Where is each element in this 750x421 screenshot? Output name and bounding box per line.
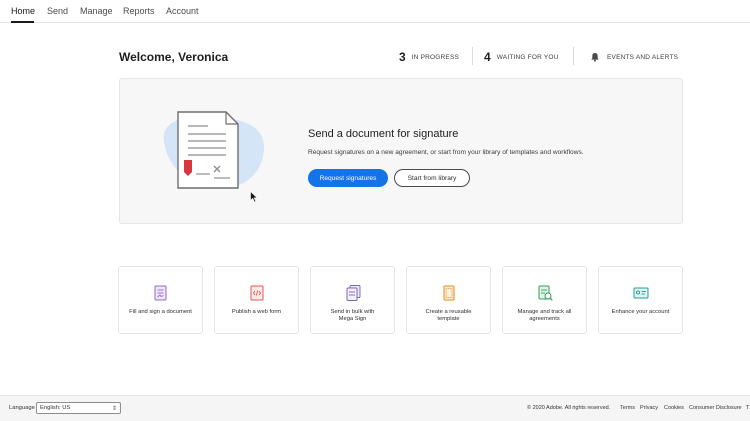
waiting-count: 4 [484, 50, 491, 64]
tab-account[interactable]: Account [166, 6, 199, 16]
card-label: Fill and sign a document [129, 309, 192, 315]
divider [573, 47, 574, 65]
privacy-link[interactable]: Privacy [640, 405, 658, 411]
mega-sign-card[interactable]: Send in bulk with Mega Sign [310, 266, 395, 334]
page-title: Welcome, Veronica [119, 50, 229, 64]
enhance-account-card[interactable]: Enhance your account [598, 266, 683, 334]
tab-manage[interactable]: Manage [80, 6, 113, 16]
in-progress-count: 3 [399, 50, 406, 64]
copyright-text: © 2020 Adobe. All rights reserved. [527, 405, 611, 411]
cookies-link[interactable]: Cookies [664, 405, 684, 411]
card-label: Create a reusable template [425, 309, 472, 322]
consumer-disclosure-link[interactable]: Consumer Disclosure [689, 405, 742, 411]
events-alerts-label: EVENTS AND ALERTS [607, 53, 679, 61]
card-label: Manage and track all agreements [517, 309, 572, 322]
start-from-library-button[interactable]: Start from library [394, 169, 470, 187]
events-alerts[interactable]: EVENTS AND ALERTS [590, 50, 678, 64]
mega-sign-icon [346, 285, 361, 301]
manage-track-icon [538, 285, 553, 301]
fill-sign-card[interactable]: Fill and sign a document [118, 266, 203, 334]
waiting-label: WAITING FOR YOU [496, 53, 559, 61]
publish-web-form-card[interactable]: Publish a web form [214, 266, 299, 334]
top-nav: Home Send Manage Reports Account [0, 0, 750, 23]
tab-home[interactable]: Home [11, 6, 35, 16]
language-select[interactable]: English: US ⇕ [36, 402, 121, 414]
card-label: Publish a web form [231, 309, 282, 315]
active-tab-indicator [11, 21, 34, 23]
mouse-cursor-icon [250, 191, 258, 203]
hero-title: Send a document for signature [308, 128, 459, 140]
tab-reports[interactable]: Reports [123, 6, 155, 16]
create-template-card[interactable]: Create a reusable template [406, 266, 491, 334]
card-label: Send in bulk with Mega Sign [330, 309, 375, 322]
truncated-footer-link[interactable]: T [746, 405, 749, 411]
request-signatures-button[interactable]: Request signatures [308, 169, 388, 187]
language-select-value: English: US [40, 405, 71, 411]
fill-sign-icon [154, 285, 167, 301]
footer: Language English: US ⇕ © 2020 Adobe. All… [0, 395, 750, 421]
language-label: Language [9, 405, 35, 411]
template-icon [443, 285, 455, 301]
bell-icon [591, 53, 599, 62]
waiting-stat[interactable]: 4 WAITING FOR YOU [484, 50, 559, 64]
divider [472, 47, 473, 65]
chevron-updown-icon: ⇕ [111, 406, 117, 412]
send-document-card: Send a document for signature Request si… [119, 78, 683, 224]
document-signature-illustration [163, 111, 265, 189]
in-progress-stat[interactable]: 3 IN PROGRESS [399, 50, 459, 64]
tab-send[interactable]: Send [47, 6, 68, 16]
web-form-icon [250, 285, 264, 301]
hero-subtitle: Request signatures on a new agreement, o… [308, 149, 584, 156]
enhance-account-icon [633, 287, 649, 299]
in-progress-label: IN PROGRESS [411, 53, 460, 61]
manage-track-card[interactable]: Manage and track all agreements [502, 266, 587, 334]
terms-link[interactable]: Terms [620, 405, 635, 411]
card-label: Enhance your account [611, 309, 670, 315]
